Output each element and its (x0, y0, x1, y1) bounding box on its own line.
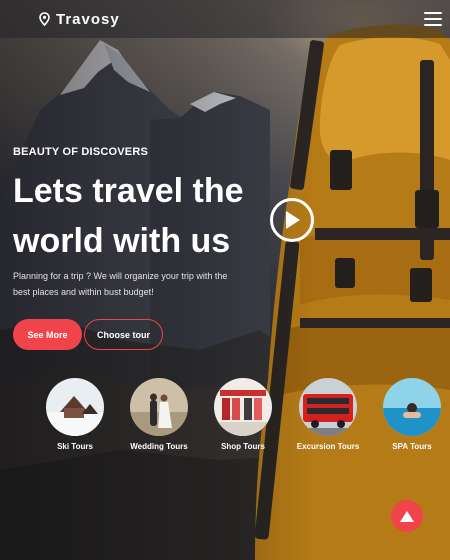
brand-logo[interactable]: Travosy (38, 11, 120, 28)
tour-item-ski[interactable]: Ski Tours (35, 378, 115, 451)
tour-label: Excursion Tours (296, 442, 360, 451)
arrow-up-icon (400, 510, 414, 522)
hamburger-menu-icon[interactable] (424, 12, 442, 26)
shop-image (214, 378, 272, 436)
location-pin-icon (39, 12, 50, 26)
hero-eyebrow: BEAUTY OF DISCOVERS (13, 146, 149, 158)
scroll-to-top-button[interactable] (391, 500, 423, 532)
play-video-button[interactable] (270, 198, 314, 242)
hero-headline: Lets travel the world with us (13, 172, 244, 260)
see-more-button[interactable]: See More (13, 319, 82, 350)
tour-label: SPA Tours (392, 442, 432, 451)
top-nav: Travosy (0, 0, 450, 38)
tour-label: Wedding Tours (130, 442, 188, 451)
tour-label: Ski Tours (57, 442, 93, 451)
pool-image (383, 378, 441, 436)
brand-name: Travosy (56, 10, 120, 28)
ski-lodge-image (46, 378, 104, 436)
tour-item-shop[interactable]: Shop Tours (203, 378, 283, 451)
tour-categories: Ski Tours Wedding Tours Shop Tours Excur… (0, 378, 450, 458)
wedding-couple-image (130, 378, 188, 436)
tour-label: Shop Tours (221, 442, 265, 451)
red-bus-image (299, 378, 357, 436)
choose-tour-button[interactable]: Choose tour (84, 319, 163, 350)
play-icon (286, 211, 300, 229)
hero-description: Planning for a trip ? We will organize y… (13, 271, 228, 297)
tour-item-excursion[interactable]: Excursion Tours (288, 378, 368, 451)
tour-item-spa[interactable]: SPA Tours (372, 378, 450, 451)
tour-item-wedding[interactable]: Wedding Tours (119, 378, 199, 451)
hero-section: Travosy BEAUTY OF DISCOVERS Lets travel … (0, 0, 450, 560)
